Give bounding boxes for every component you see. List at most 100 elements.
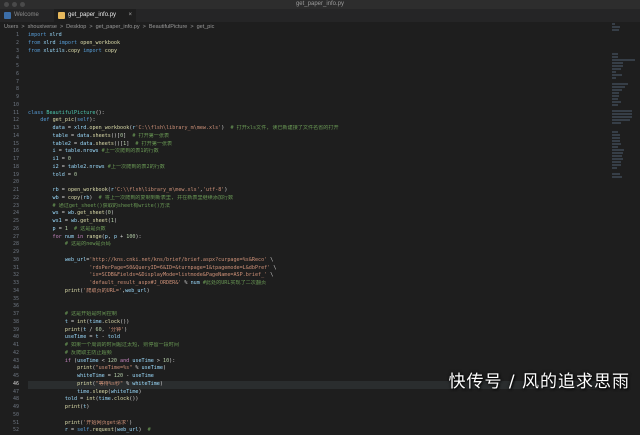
code-line[interactable]: r = self.request(web_url) # — [28, 427, 598, 435]
breadcrumb-item[interactable]: BeautifulPicture — [149, 24, 188, 30]
line-number[interactable]: 7 — [0, 79, 22, 87]
breadcrumb-item[interactable]: shouxiverse — [28, 24, 57, 30]
code-line[interactable]: if (useTime < 120 and useTime > 10): — [28, 358, 598, 366]
line-number[interactable]: 32 — [0, 272, 22, 280]
code-line[interactable]: useTime = t - told — [28, 334, 598, 342]
close-window-button[interactable] — [4, 2, 9, 7]
line-number[interactable]: 49 — [0, 404, 22, 412]
close-icon[interactable]: × — [128, 9, 132, 22]
line-number[interactable]: 9 — [0, 94, 22, 102]
tab-get-paper-info[interactable]: get_paper_info.py × — [54, 9, 136, 22]
code-line[interactable] — [28, 102, 598, 110]
code-line[interactable]: told = int(time.clock()) — [28, 396, 598, 404]
code-line[interactable]: i = table.nrows #上一次爬到的表1的行数 — [28, 148, 598, 156]
code-line[interactable]: p = 1 # 这是是页数 — [28, 226, 598, 234]
code-line[interactable]: ws1 = wb.get_sheet(1) — [28, 218, 598, 226]
code-line[interactable]: data = xlrd.open_workbook(r'C:\\flsh\lib… — [28, 125, 598, 133]
line-number[interactable]: 46 — [0, 381, 22, 389]
line-number[interactable]: 2 — [0, 40, 22, 48]
line-number[interactable]: 35 — [0, 296, 22, 304]
code-line[interactable]: 'rdsPerPage=50&QueryID=6&ID=&turnpage=1&… — [28, 265, 598, 273]
code-line[interactable] — [28, 79, 598, 87]
code-line[interactable] — [28, 86, 598, 94]
code-line[interactable]: rb = open_workbook(r'C:\\flsh\library_m\… — [28, 187, 598, 195]
tab-welcome[interactable]: Welcome — [0, 9, 54, 22]
line-number[interactable]: 15 — [0, 141, 22, 149]
line-number[interactable]: 51 — [0, 420, 22, 428]
line-number[interactable]: 37 — [0, 311, 22, 319]
code-line[interactable]: from xlutils.copy import copy — [28, 48, 598, 56]
code-line[interactable]: i2 = table2.nrows #上一次爬到的表2的行数 — [28, 164, 598, 172]
line-number[interactable]: 20 — [0, 179, 22, 187]
code-line[interactable] — [28, 179, 598, 187]
line-number[interactable]: 39 — [0, 327, 22, 335]
code-line[interactable]: i1 = 0 — [28, 156, 598, 164]
line-number[interactable]: 22 — [0, 195, 22, 203]
line-number[interactable]: 23 — [0, 203, 22, 211]
minimap[interactable] — [612, 22, 638, 400]
code-line[interactable]: for num in range(p, p + 100): — [28, 234, 598, 242]
code-line[interactable] — [28, 296, 598, 304]
line-number[interactable]: 17 — [0, 156, 22, 164]
line-number[interactable]: 11 — [0, 110, 22, 118]
line-number[interactable]: 6 — [0, 71, 22, 79]
code-line[interactable]: from xlrd import open_workbook — [28, 40, 598, 48]
line-number[interactable]: 28 — [0, 241, 22, 249]
line-number[interactable]: 24 — [0, 210, 22, 218]
line-number[interactable]: 27 — [0, 234, 22, 242]
line-number[interactable]: 41 — [0, 342, 22, 350]
line-number[interactable]: 52 — [0, 427, 22, 435]
code-line[interactable] — [28, 55, 598, 63]
line-number[interactable]: 1 — [0, 32, 22, 40]
code-line[interactable]: 'default_result_aspx#J_ORDER&' % num #此处… — [28, 280, 598, 288]
code-line[interactable]: class BeautifulPicture(): — [28, 110, 598, 118]
window-controls[interactable] — [4, 2, 25, 7]
line-number[interactable]: 19 — [0, 172, 22, 180]
code-line[interactable]: print('爬取页的URL=',web_url) — [28, 288, 598, 296]
code-line[interactable]: ws = wb.get_sheet(0) — [28, 210, 598, 218]
line-number[interactable]: 40 — [0, 334, 22, 342]
code-line[interactable] — [28, 63, 598, 71]
line-number[interactable]: 43 — [0, 358, 22, 366]
code-line[interactable]: import xlrd — [28, 32, 598, 40]
line-number[interactable]: 10 — [0, 102, 22, 110]
line-number[interactable]: 36 — [0, 303, 22, 311]
code-line[interactable]: told = 0 — [28, 172, 598, 180]
line-number[interactable]: 12 — [0, 117, 22, 125]
code-line[interactable]: # 如果一个周调的时间超过太短, 则停留一段时间 — [28, 342, 598, 350]
code-line[interactable] — [28, 412, 598, 420]
code-line[interactable] — [28, 94, 598, 102]
line-number[interactable]: 30 — [0, 257, 22, 265]
code-line[interactable]: # 这是的new是页码 — [28, 241, 598, 249]
line-number[interactable]: 18 — [0, 164, 22, 172]
line-number[interactable]: 44 — [0, 365, 22, 373]
breadcrumb-item[interactable]: get_paper_info.py — [96, 24, 140, 30]
code-line[interactable]: web_url='http://kns.cnki.net/kns/brief/b… — [28, 257, 598, 265]
breadcrumb-item[interactable]: Users — [4, 24, 18, 30]
line-number[interactable]: 38 — [0, 319, 22, 327]
code-line[interactable] — [28, 303, 598, 311]
code-line[interactable]: def get_pic(self): — [28, 117, 598, 125]
code-line[interactable]: print(t) — [28, 404, 598, 412]
editor-scrollbar[interactable] — [603, 22, 611, 400]
line-number[interactable]: 48 — [0, 396, 22, 404]
code-line[interactable]: t = int(time.clock()) — [28, 319, 598, 327]
code-line[interactable]: print('开始网页get请求') — [28, 420, 598, 428]
code-line[interactable]: 'ix=SCDB&Fields=&DisplayMode=listmode&Pa… — [28, 272, 598, 280]
line-number[interactable]: 16 — [0, 148, 22, 156]
line-number[interactable]: 13 — [0, 125, 22, 133]
line-number[interactable]: 5 — [0, 63, 22, 71]
line-number[interactable]: 33 — [0, 280, 22, 288]
line-number[interactable]: 42 — [0, 350, 22, 358]
line-number[interactable]: 26 — [0, 226, 22, 234]
code-line[interactable]: table = data.sheets()[0] # 打开第一张表 — [28, 133, 598, 141]
code-line[interactable] — [28, 249, 598, 257]
line-number[interactable]: 21 — [0, 187, 22, 195]
line-number[interactable]: 3 — [0, 48, 22, 56]
line-number[interactable]: 50 — [0, 412, 22, 420]
line-number[interactable]: 14 — [0, 133, 22, 141]
code-line[interactable]: wb = copy(rb) # 将上一次爬到的复制到新表里, 并在新表里继续添加… — [28, 195, 598, 203]
breadcrumb-item[interactable]: get_pic — [197, 24, 215, 30]
maximize-window-button[interactable] — [20, 2, 25, 7]
line-number[interactable]: 25 — [0, 218, 22, 226]
